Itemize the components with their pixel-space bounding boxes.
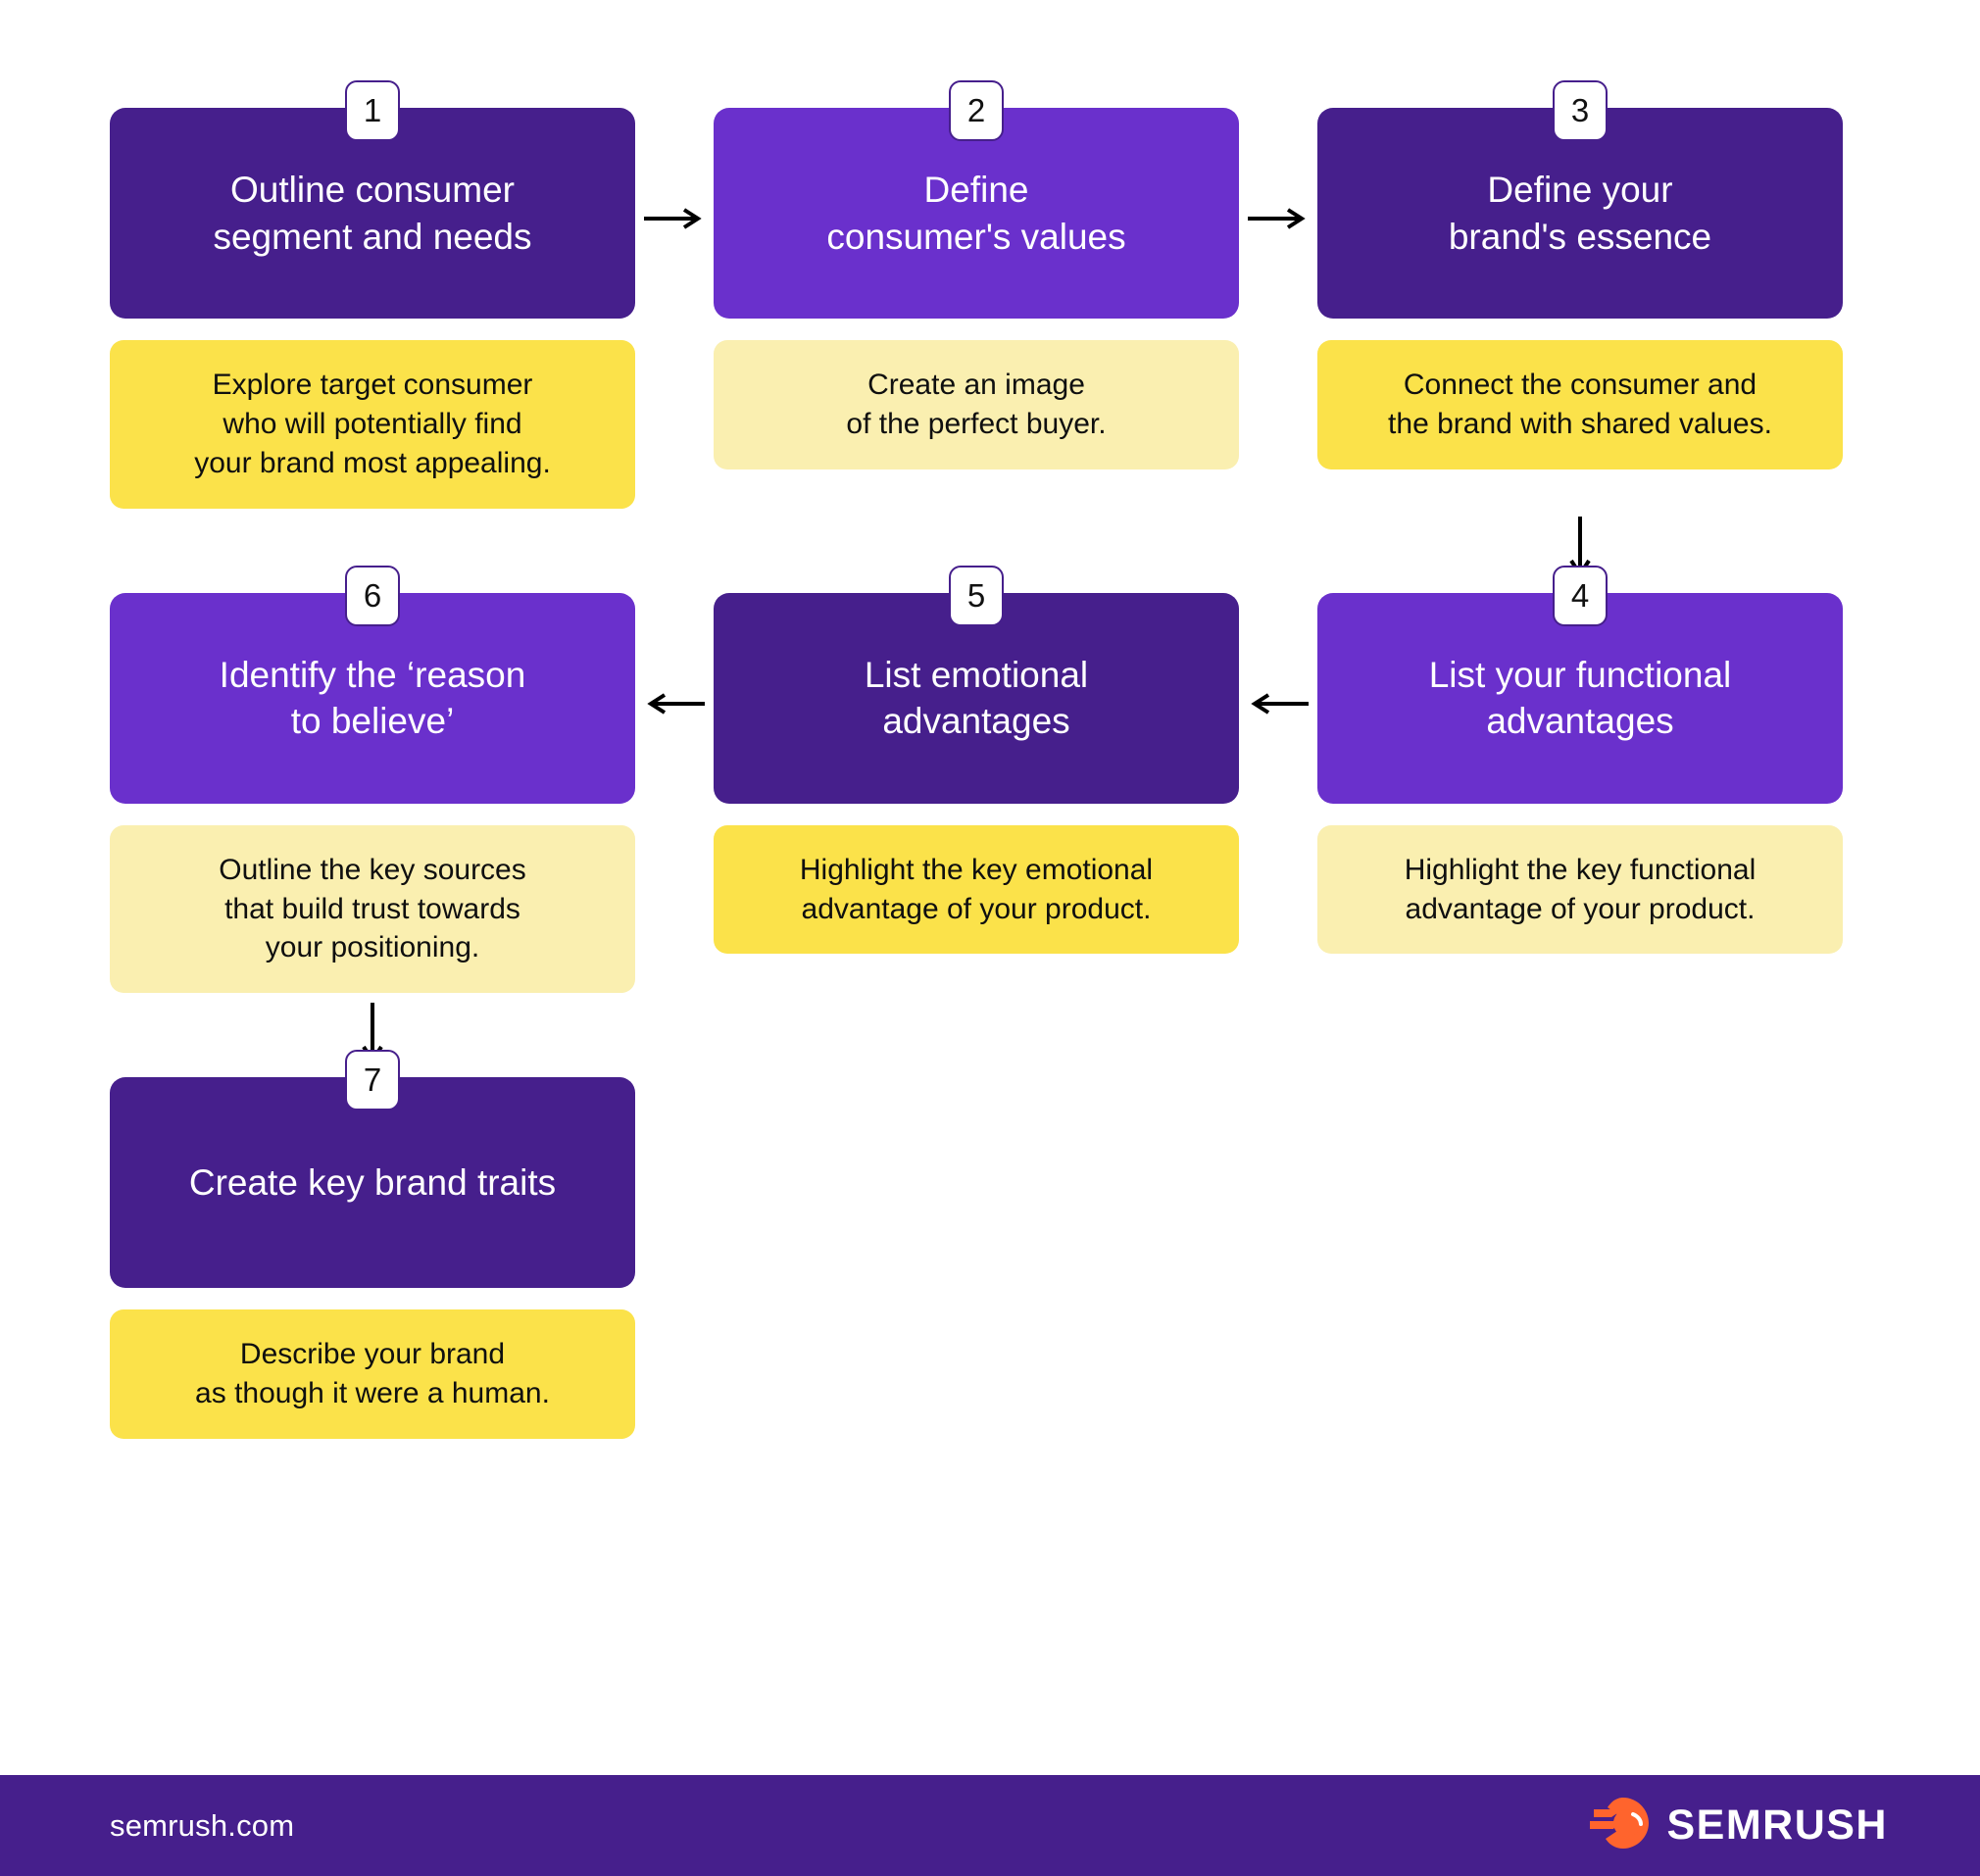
step-box-1[interactable]: 1 Outline consumer segment and needs [110, 80, 635, 319]
arrow-right-icon [1248, 206, 1309, 231]
step-caption-box-3: Connect the consumer and the brand with … [1317, 340, 1843, 469]
connector-1-to-2 [635, 108, 714, 319]
step-caption-text-4: Highlight the key functional advantage o… [1404, 853, 1757, 925]
steps-grid: 1 Outline consumer segment and needs Exp… [110, 80, 1870, 1440]
semrush-comet-icon [1590, 1796, 1651, 1855]
step-number-badge-2: 2 [949, 80, 1004, 141]
step-card-2[interactable]: 2 Define consumer's values Create an ima… [714, 80, 1239, 469]
step-caption-text-6: Outline the key sources that build trust… [219, 853, 526, 964]
infographic-canvas: 1 Outline consumer segment and needs Exp… [0, 0, 1980, 1876]
step-caption-box-6: Outline the key sources that build trust… [110, 824, 635, 994]
step-card-3[interactable]: 3 Define your brand's essence Connect th… [1317, 80, 1843, 469]
step-box-6[interactable]: 6 Identify the ‘reason to believe’ [110, 565, 635, 804]
step-title-3: Define your brand's essence [1448, 170, 1712, 257]
step-title-6: Identify the ‘reason to believe’ [219, 654, 526, 742]
connector-2-to-3 [1239, 108, 1317, 319]
step-box-5[interactable]: 5 List emotional advantages [714, 565, 1239, 804]
step-caption-text-5: Highlight the key emotional advantage of… [799, 853, 1154, 925]
step-number-badge-3: 3 [1553, 80, 1608, 141]
step-card-6[interactable]: 6 Identify the ‘reason to believe’ Outli… [110, 565, 635, 994]
connector-5-to-6 [635, 593, 714, 804]
step-caption-box-5: Highlight the key emotional advantage of… [714, 824, 1239, 955]
step-title-7: Create key brand traits [188, 1162, 557, 1204]
step-caption-text-7: Describe your brand as though it were a … [195, 1338, 550, 1410]
step-card-5[interactable]: 5 List emotional advantages Highlight th… [714, 565, 1239, 955]
step-caption-box-7: Describe your brand as though it were a … [110, 1309, 635, 1440]
semrush-wordmark: SEMRUSH [1666, 1802, 1888, 1849]
steps-row-1: 1 Outline consumer segment and needs Exp… [110, 80, 1870, 509]
step-number-badge-6: 6 [345, 565, 400, 626]
step-box-4[interactable]: 4 List your functional advantages [1317, 565, 1843, 804]
step-caption-text-3: Connect the consumer and the brand with … [1388, 369, 1772, 440]
arrow-right-icon [644, 206, 705, 231]
step-caption-box-2: Create an image of the perfect buyer. [714, 340, 1239, 469]
steps-row-2: 6 Identify the ‘reason to believe’ Outli… [110, 565, 1870, 994]
step-number-badge-4: 4 [1553, 565, 1608, 626]
step-caption-text-1: Explore target consumer who will potenti… [194, 369, 551, 479]
step-number-badge-5: 5 [949, 565, 1004, 626]
step-card-7[interactable]: 7 Create key brand traits Describe your … [110, 1050, 635, 1440]
page-footer: semrush.com SEMRUSH [0, 1775, 1980, 1876]
connector-4-to-5 [1239, 593, 1317, 804]
step-number-badge-7: 7 [345, 1050, 400, 1111]
step-title-5: List emotional advantages [864, 654, 1089, 742]
step-card-1[interactable]: 1 Outline consumer segment and needs Exp… [110, 80, 635, 509]
step-box-7[interactable]: 7 Create key brand traits [110, 1050, 635, 1289]
step-title-1: Outline consumer segment and needs [213, 170, 532, 257]
step-title-2: Define consumer's values [826, 170, 1126, 257]
step-box-2[interactable]: 2 Define consumer's values [714, 80, 1239, 319]
arrow-left-icon [644, 691, 705, 716]
semrush-logo[interactable]: SEMRUSH [1590, 1796, 1888, 1855]
step-caption-box-1: Explore target consumer who will potenti… [110, 340, 635, 509]
step-box-3[interactable]: 3 Define your brand's essence [1317, 80, 1843, 319]
step-caption-box-4: Highlight the key functional advantage o… [1317, 824, 1843, 955]
step-card-4[interactable]: 4 List your functional advantages Highli… [1317, 565, 1843, 955]
arrow-left-icon [1248, 691, 1309, 716]
step-caption-text-2: Create an image of the perfect buyer. [846, 369, 1107, 440]
steps-row-3: 7 Create key brand traits Describe your … [110, 1050, 1870, 1440]
step-number-badge-1: 1 [345, 80, 400, 141]
footer-site-link[interactable]: semrush.com [110, 1808, 294, 1844]
step-title-4: List your functional advantages [1428, 654, 1732, 742]
